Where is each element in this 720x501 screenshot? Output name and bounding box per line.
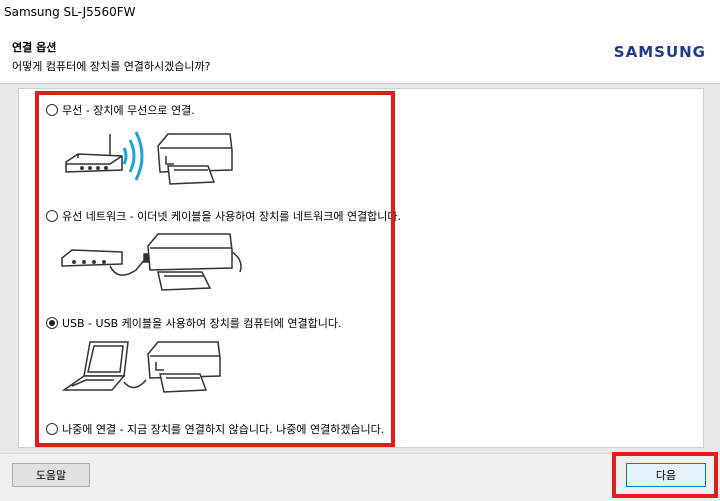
header: 연결 옵션 어떻게 컴퓨터에 장치를 연결하시겠습니까? SAMSUNG bbox=[0, 23, 720, 83]
window-title: Samsung SL-J5560FW bbox=[4, 5, 136, 19]
page-question: 어떻게 컴퓨터에 장치를 연결하시겠습니까? bbox=[12, 60, 211, 73]
help-button[interactable]: 도움말 bbox=[12, 463, 90, 487]
highlight-options-box bbox=[35, 91, 395, 447]
samsung-logo: SAMSUNG bbox=[613, 43, 706, 61]
title-bar: Samsung SL-J5560FW bbox=[0, 0, 720, 23]
highlight-next-box bbox=[612, 452, 718, 498]
page-heading: 연결 옵션 bbox=[12, 41, 57, 54]
